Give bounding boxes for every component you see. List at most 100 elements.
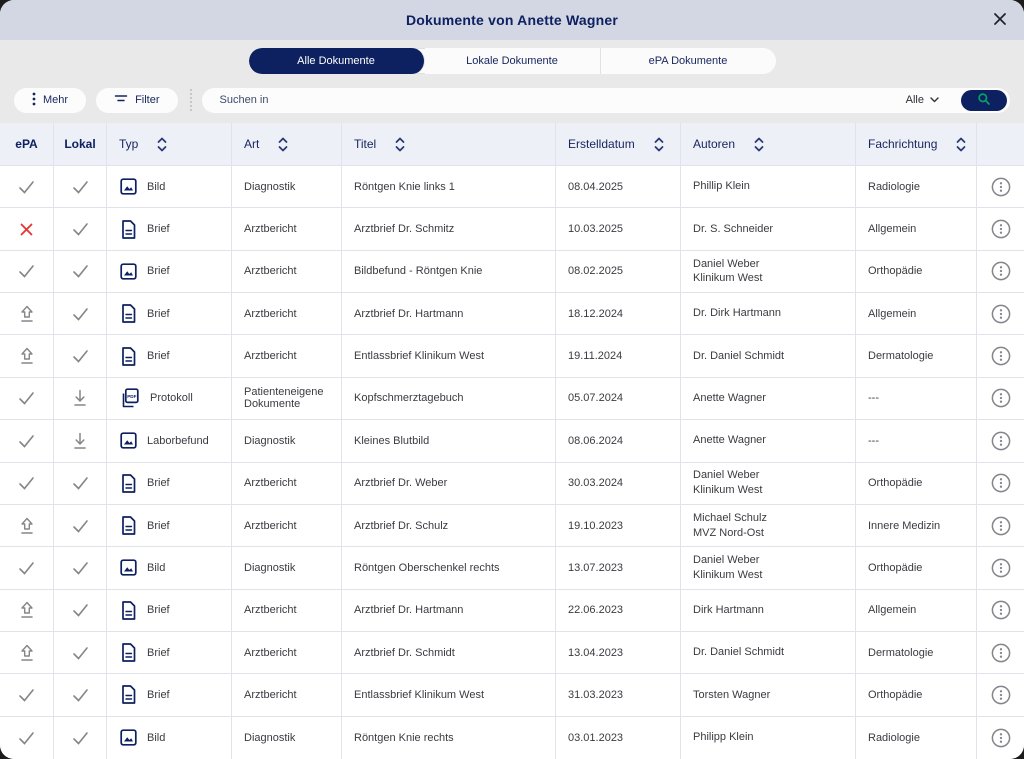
erstelldatum-cell: 08.06.2024 — [556, 420, 681, 462]
table-row[interactable]: PDFProtokollPatienteneigene DokumenteKop… — [0, 378, 1024, 420]
titel-cell: Röntgen Knie rechts — [342, 717, 556, 759]
chevron-down-icon — [930, 94, 939, 106]
svg-text:PDF: PDF — [127, 394, 136, 399]
column-header-titel[interactable]: Titel — [342, 123, 556, 166]
sort-chevrons-icon[interactable] — [156, 136, 168, 153]
fachrichtung-cell: Dermatologie — [856, 632, 977, 674]
table-row[interactable]: BriefArztberichtArztbrief Dr. Schulz19.1… — [0, 505, 1024, 547]
filter-button[interactable]: Filter — [96, 88, 177, 113]
typ-label: Bild — [147, 562, 165, 574]
row-actions-button[interactable] — [990, 727, 1012, 749]
cross-icon — [19, 222, 34, 237]
upload-icon — [18, 346, 36, 366]
epa-status-cell — [0, 505, 54, 547]
typ-label: Protokoll — [150, 392, 193, 404]
sort-chevrons-icon[interactable] — [394, 136, 406, 153]
column-label: Autoren — [693, 137, 735, 151]
sort-chevrons-icon[interactable] — [955, 136, 967, 153]
column-header-art[interactable]: Art — [232, 123, 342, 166]
typ-cell: Brief — [107, 335, 232, 377]
table-row[interactable]: BriefArztberichtBildbefund - Röntgen Kni… — [0, 251, 1024, 293]
erstelldatum-cell: 22.06.2023 — [556, 590, 681, 632]
row-actions-button[interactable] — [990, 684, 1012, 706]
table-row[interactable]: BriefArztberichtArztbrief Dr. Hartmann18… — [0, 293, 1024, 335]
image-icon — [119, 177, 138, 196]
titel-cell: Arztbrief Dr. Hartmann — [342, 293, 556, 335]
row-actions-button[interactable] — [990, 176, 1012, 198]
search-submit-button[interactable] — [961, 90, 1007, 111]
autoren-cell: Phillip Klein — [681, 166, 856, 208]
info-kebab-icon — [990, 260, 1012, 282]
table-row[interactable]: LaborbefundDiagnostikKleines Blutbild08.… — [0, 420, 1024, 462]
row-actions-button[interactable] — [990, 345, 1012, 367]
table-row[interactable]: BildDiagnostikRöntgen Oberschenkel recht… — [0, 547, 1024, 589]
row-actions-button[interactable] — [990, 430, 1012, 452]
erstelldatum-cell: 05.07.2024 — [556, 378, 681, 420]
actions-cell — [977, 251, 1024, 293]
erstelldatum-cell: 19.11.2024 — [556, 335, 681, 377]
column-label: Titel — [354, 137, 376, 151]
erstelldatum-cell: 19.10.2023 — [556, 505, 681, 547]
row-actions-button[interactable] — [990, 642, 1012, 664]
table-row[interactable]: BildDiagnostikRöntgen Knie rechts03.01.2… — [0, 717, 1024, 759]
typ-label: Brief — [147, 350, 170, 362]
sort-chevrons-icon[interactable] — [653, 136, 665, 153]
lokal-status-cell — [54, 335, 107, 377]
typ-label: Brief — [147, 647, 170, 659]
lokal-status-cell — [54, 166, 107, 208]
table-row[interactable]: BriefArztberichtEntlassbrief Klinikum We… — [0, 335, 1024, 377]
table-row[interactable]: BriefArztberichtArztbrief Dr. Schmidt13.… — [0, 632, 1024, 674]
fachrichtung-cell: Radiologie — [856, 166, 977, 208]
art-cell: Arztbericht — [232, 674, 342, 716]
table-row[interactable]: BriefArztberichtArztbrief Dr. Weber30.03… — [0, 463, 1024, 505]
row-actions-button[interactable] — [990, 387, 1012, 409]
typ-cell: Brief — [107, 463, 232, 505]
tab-epa-dokumente[interactable]: ePA Dokumente — [601, 48, 776, 74]
epa-status-cell — [0, 166, 54, 208]
check-icon — [71, 306, 90, 322]
typ-label: Laborbefund — [147, 435, 209, 447]
check-icon — [71, 730, 90, 746]
column-header-fachrichtung[interactable]: Fachrichtung — [856, 123, 977, 166]
table-row[interactable]: BriefArztberichtArztbrief Dr. Schmitz10.… — [0, 208, 1024, 250]
typ-cell: Brief — [107, 251, 232, 293]
tab-alle-dokumente[interactable]: Alle Dokumente — [249, 48, 425, 74]
more-button[interactable]: Mehr — [14, 88, 86, 113]
actions-cell — [977, 293, 1024, 335]
column-header-datum[interactable]: Erstelldatum — [556, 123, 681, 166]
search-scope-dropdown[interactable]: Alle — [906, 94, 939, 106]
table-row[interactable]: BriefArztberichtEntlassbrief Klinikum We… — [0, 674, 1024, 716]
fachrichtung-cell: Allgemein — [856, 590, 977, 632]
autoren-cell: Dirk Hartmann — [681, 590, 856, 632]
row-actions-button[interactable] — [990, 515, 1012, 537]
info-kebab-icon — [990, 303, 1012, 325]
typ-cell: Bild — [107, 717, 232, 759]
lokal-status-cell — [54, 590, 107, 632]
table-row[interactable]: BildDiagnostikRöntgen Knie links 108.04.… — [0, 166, 1024, 208]
autor-line: MVZ Nord-Ost — [693, 526, 767, 541]
close-button[interactable] — [988, 8, 1012, 32]
close-icon — [992, 11, 1008, 30]
tab-lokale-dokumente[interactable]: Lokale Dokumente — [425, 48, 601, 74]
sort-chevrons-icon[interactable] — [753, 136, 765, 153]
titel-cell: Röntgen Knie links 1 — [342, 166, 556, 208]
autoren-cell: Anette Wagner — [681, 420, 856, 462]
image-icon — [119, 431, 138, 450]
row-actions-button[interactable] — [990, 303, 1012, 325]
row-actions-button[interactable] — [990, 472, 1012, 494]
column-header-typ[interactable]: Typ — [107, 123, 232, 166]
filter-button-label: Filter — [135, 94, 159, 106]
sort-chevrons-icon[interactable] — [277, 136, 289, 153]
row-actions-button[interactable] — [990, 599, 1012, 621]
table-row[interactable]: BriefArztberichtArztbrief Dr. Hartmann22… — [0, 590, 1024, 632]
row-actions-button[interactable] — [990, 260, 1012, 282]
column-header-autoren[interactable]: Autoren — [681, 123, 856, 166]
upload-icon — [18, 516, 36, 536]
epa-status-cell — [0, 293, 54, 335]
row-actions-button[interactable] — [990, 218, 1012, 240]
search-input[interactable] — [220, 94, 906, 106]
autoren-cell: Dr. S. Schneider — [681, 208, 856, 250]
row-actions-button[interactable] — [990, 557, 1012, 579]
typ-cell: Brief — [107, 505, 232, 547]
art-cell: Diagnostik — [232, 547, 342, 589]
